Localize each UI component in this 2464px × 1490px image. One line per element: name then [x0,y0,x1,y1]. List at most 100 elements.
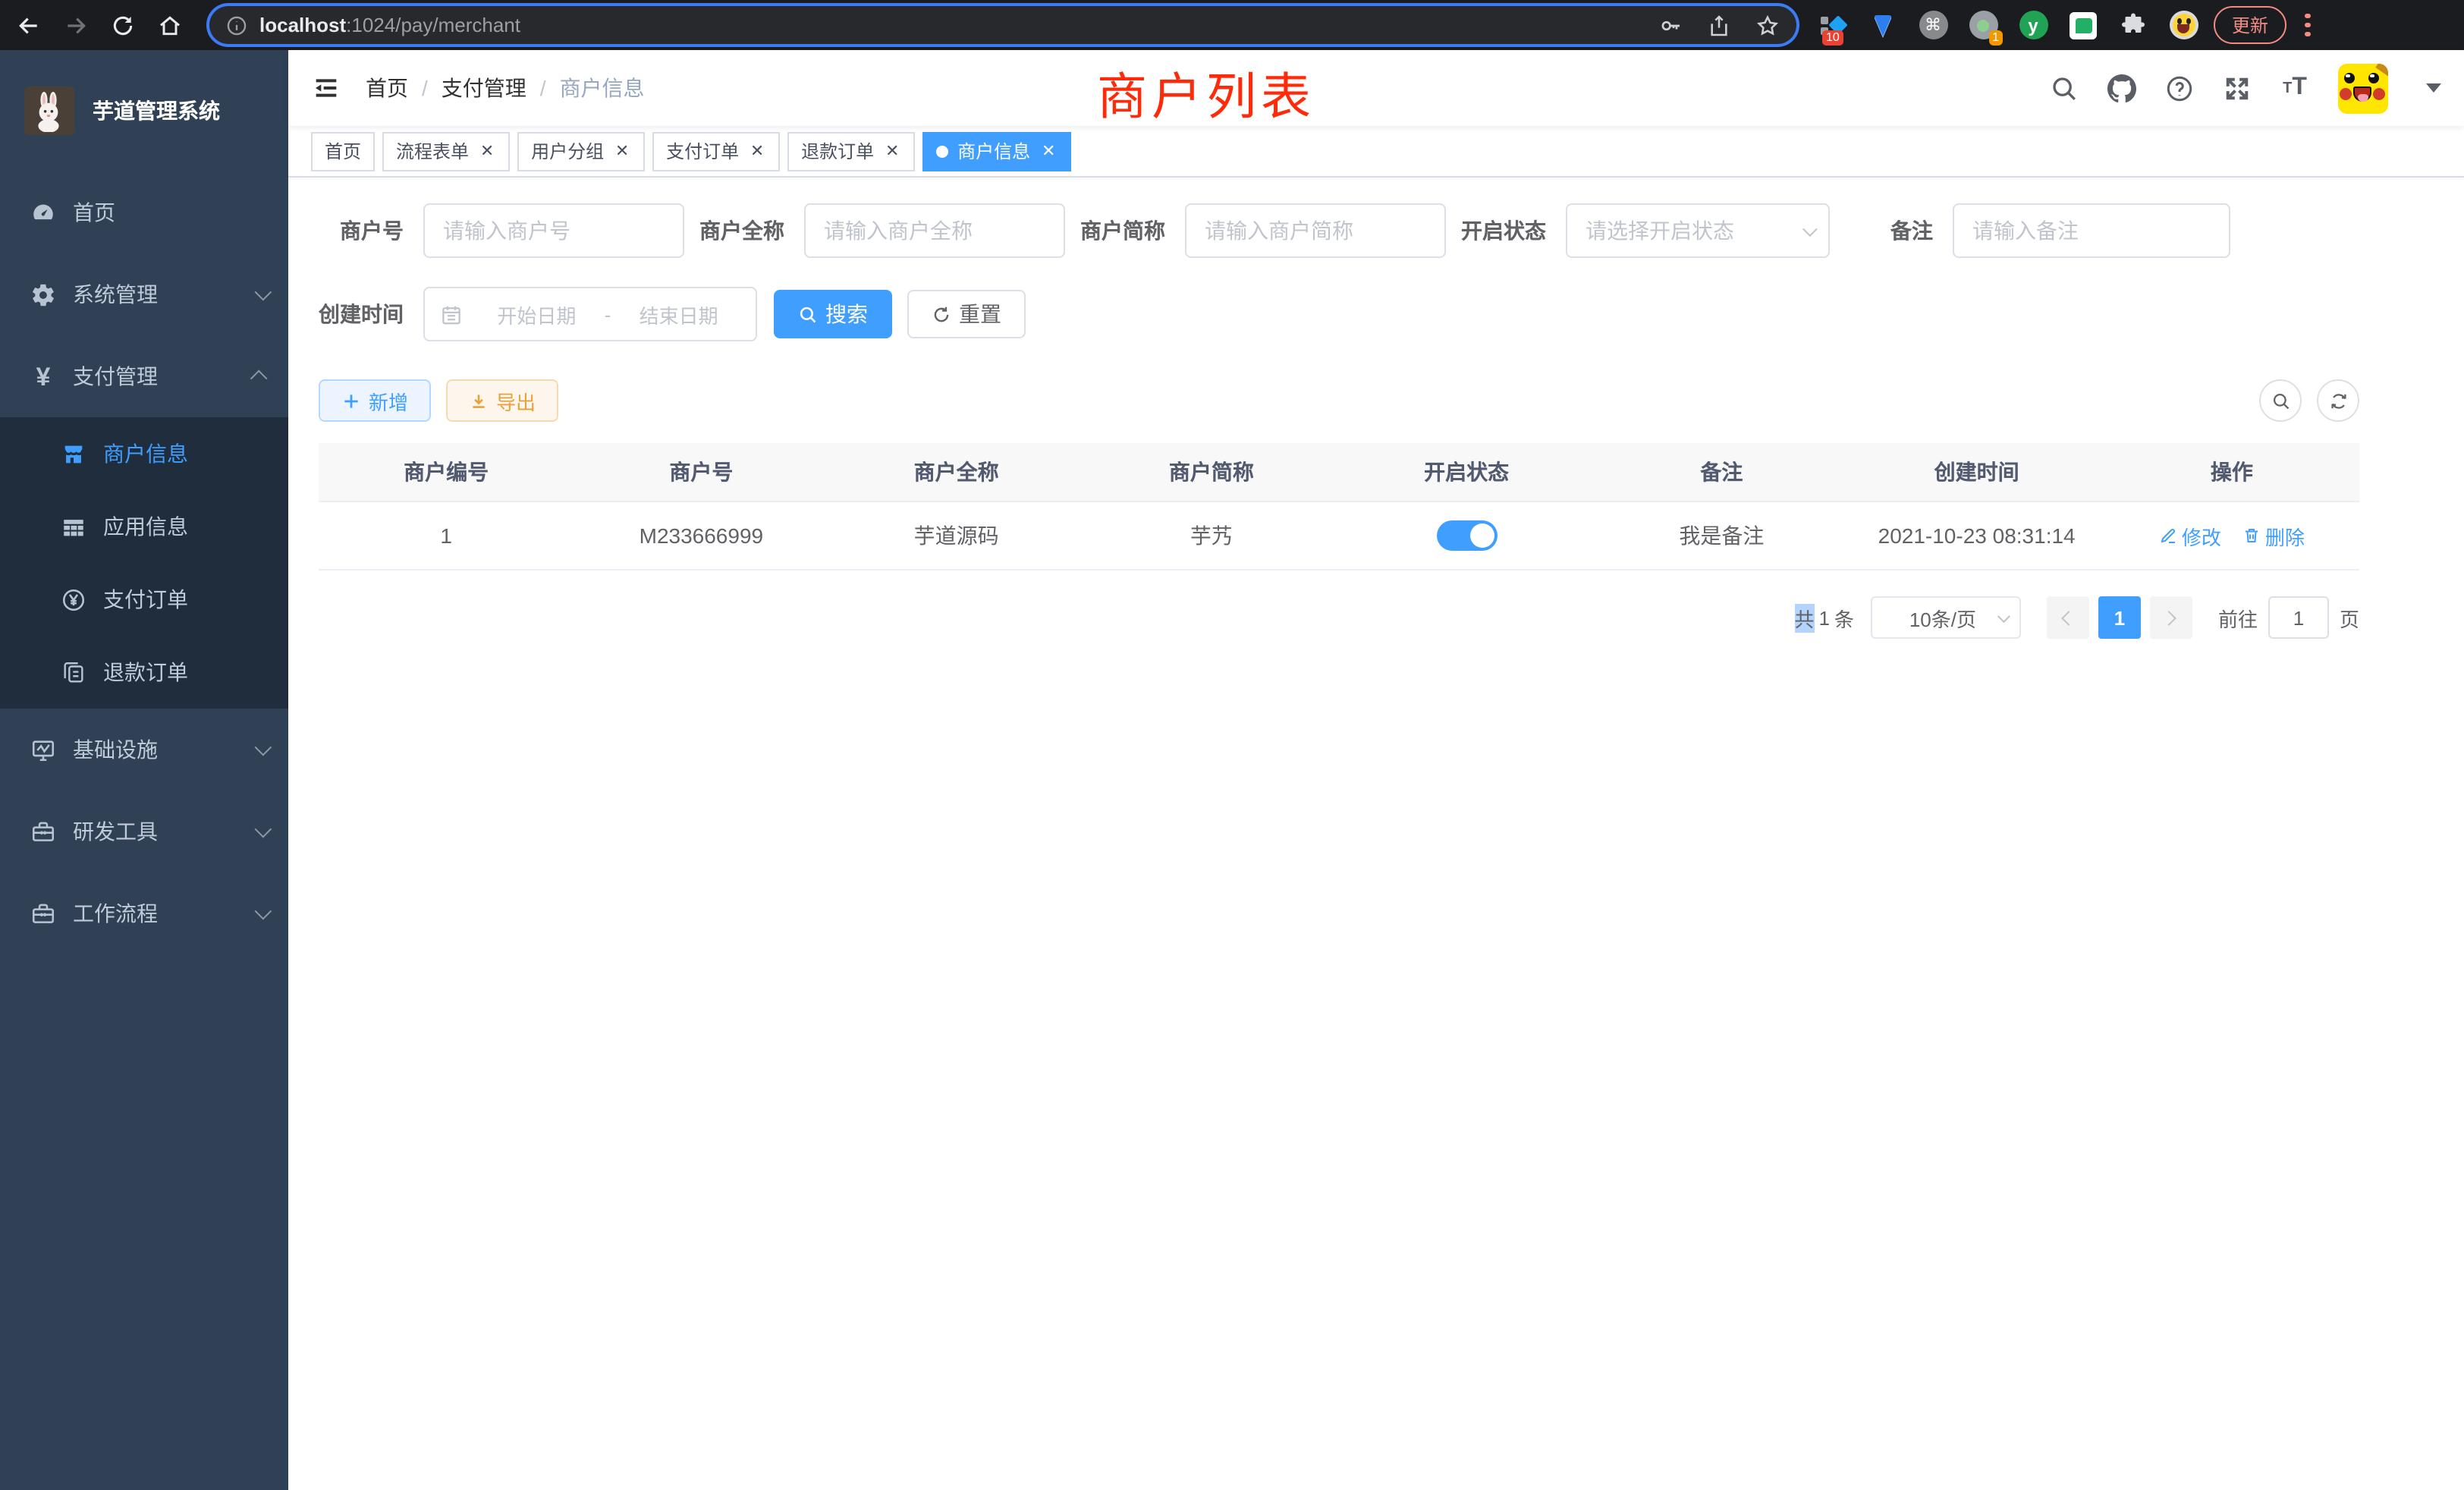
app-logo-rabbit [24,86,74,135]
fullscreen-icon[interactable] [2223,74,2252,102]
prev-page-button[interactable] [2047,596,2089,639]
breadcrumb-home[interactable]: 首页 [366,73,408,103]
grid-icon [61,514,86,539]
share-icon[interactable] [1707,13,1731,37]
export-button[interactable]: 导出 [446,379,558,422]
refresh-icon [932,304,951,324]
browser-menu-icon[interactable] [2305,14,2310,37]
bookmark-star-icon[interactable] [1755,13,1780,37]
status-select[interactable]: 请选择开启状态 [1566,203,1830,258]
chevron-down-icon [255,284,272,301]
github-icon[interactable] [2107,74,2136,102]
browser-forward-icon[interactable] [62,11,90,39]
monitor-icon [30,737,56,762]
show-search-toggle-button[interactable] [2259,379,2302,422]
close-icon[interactable]: ✕ [613,141,631,161]
browser-reload-icon[interactable] [109,11,137,39]
sidebar-extension-icon[interactable]: 10 [1818,10,1848,40]
tab-user-group[interactable]: 用户分组✕ [517,131,645,171]
merchant-table: 商户编号 商户号 商户全称 商户简称 开启状态 备注 创建时间 操作 1 M23… [319,443,2359,571]
chrome-update-button[interactable]: 更新 [2214,6,2286,44]
sidebar-item-dev-tools[interactable]: 研发工具 [0,791,288,872]
full-name-input[interactable] [804,203,1065,258]
command-extension-icon[interactable]: ⌘ [1918,10,1948,40]
profile-emoji-icon[interactable] [2168,10,2198,40]
chevron-left-icon [2062,610,2077,625]
chevron-down-icon [255,739,272,756]
delete-button[interactable]: 删除 [2242,521,2305,550]
toolbox-icon [30,819,56,844]
password-key-icon[interactable] [1658,13,1683,37]
page-info-icon[interactable] [226,14,247,36]
sidebar-item-infra[interactable]: 基础设施 [0,709,288,791]
gear-icon [30,281,56,307]
refresh-icon [2328,391,2348,410]
help-icon[interactable] [2165,74,2194,102]
cell-merchant-no: M233666999 [574,523,828,548]
sidebar-item-app-info[interactable]: 应用信息 [0,490,288,563]
sidebar-item-refund-order[interactable]: 退款订单 [0,636,288,709]
browser-home-icon[interactable] [156,11,184,39]
sidebar-collapse-icon[interactable] [311,73,341,103]
tab-home[interactable]: 首页 [311,131,375,171]
tags-view-bar: 首页 流程表单✕ 用户分组✕ 支付订单✕ 退款订单✕ 商户信息✕ [288,126,2464,178]
extension-badge: 10 [1822,30,1843,45]
close-icon[interactable]: ✕ [478,141,496,161]
short-name-input[interactable] [1185,203,1446,258]
edit-button[interactable]: 修改 [2159,521,2221,550]
next-page-button[interactable] [2150,596,2192,639]
user-avatar-pikachu[interactable] [2338,63,2388,113]
cell-create-time: 2021-10-23 08:31:14 [1850,523,2104,548]
sidebar-item-merchant-info[interactable]: 商户信息 [0,417,288,490]
tab-merchant-info[interactable]: 商户信息✕ [922,131,1071,171]
page-number-1[interactable]: 1 [2098,596,2141,639]
calendar-icon [440,303,463,325]
close-icon[interactable]: ✕ [883,141,901,161]
font-size-icon[interactable]: TT [2280,74,2309,102]
create-time-range-picker[interactable]: 开始日期 - 结束日期 [423,287,757,341]
tab-refund-order[interactable]: 退款订单✕ [787,131,915,171]
goto-page-input[interactable] [2268,596,2329,639]
tab-process-form[interactable]: 流程表单✕ [382,131,510,171]
url-text[interactable]: localhost:1024/pay/merchant [259,14,1634,36]
avatar-dropdown-caret[interactable] [2426,83,2441,93]
end-date-placeholder[interactable]: 结束日期 [617,300,740,328]
address-bar[interactable]: localhost:1024/pay/merchant [209,6,1796,44]
close-icon[interactable]: ✕ [748,141,766,161]
sidebar-item-pay-order[interactable]: 支付订单 [0,563,288,636]
close-icon[interactable]: ✕ [1039,141,1058,161]
kite-extension-icon[interactable] [1868,10,1898,40]
header-search-icon[interactable] [2050,74,2079,102]
breadcrumb-pay[interactable]: 支付管理 [442,73,526,103]
tab-pay-order[interactable]: 支付订单✕ [652,131,780,171]
sidebar-item-system[interactable]: 系统管理 [0,253,288,335]
filter-row-1: 商户号 商户全称 商户简称 开启状态 请选择开启状态 [319,203,2464,258]
sidebar-item-home[interactable]: 首页 [0,171,288,253]
chat-extension-icon[interactable] [2068,10,2098,40]
cell-merchant-id: 1 [319,523,574,548]
app-logo-row[interactable]: 芋道管理系统 [0,50,288,171]
extensions-puzzle-icon[interactable] [2118,10,2148,40]
sidebar-item-pay[interactable]: ¥ 支付管理 [0,335,288,417]
table-header-row: 商户编号 商户号 商户全称 商户简称 开启状态 备注 创建时间 操作 [319,443,2359,502]
browser-back-icon[interactable] [15,11,42,39]
remark-input[interactable] [1953,203,2230,258]
plus-icon [341,391,361,410]
table-row: 1 M233666999 芋道源码 芋艿 我是备注 2021-10-23 08:… [319,502,2359,571]
yen-circle-icon [61,586,86,612]
extensions-area: 10 ⌘ 1 y [1818,10,2198,40]
merchant-no-input[interactable] [423,203,684,258]
sidebar-item-workflow[interactable]: 工作流程 [0,872,288,954]
refresh-table-button[interactable] [2317,379,2359,422]
search-button[interactable]: 搜索 [774,290,892,338]
recorder-extension-icon[interactable]: 1 [1968,10,1998,40]
reset-button[interactable]: 重置 [907,290,1026,338]
short-name-label: 商户简称 [1080,215,1185,246]
page-size-select[interactable]: 10条/页 [1871,596,2021,639]
search-icon [2271,391,2290,410]
start-date-placeholder[interactable]: 开始日期 [475,300,599,328]
add-button[interactable]: 新增 [319,379,431,422]
chevron-right-icon [2162,610,2177,625]
y-extension-icon[interactable]: y [2018,10,2048,40]
status-toggle[interactable] [1436,520,1497,551]
